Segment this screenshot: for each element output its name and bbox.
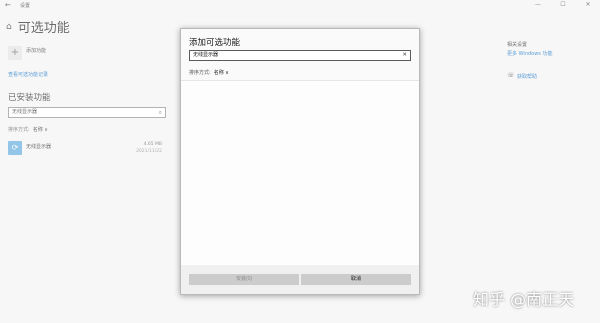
dialog-footer: 安装(0) 取消 bbox=[181, 265, 419, 294]
dialog-title: 添加可选功能 bbox=[189, 38, 241, 48]
dialog-sort-label: 排序方式: bbox=[189, 70, 211, 76]
dialog-results-list[interactable] bbox=[181, 81, 419, 265]
dialog-sort-value[interactable]: 名称 ∨ bbox=[214, 70, 229, 76]
cancel-button[interactable]: 取消 bbox=[301, 274, 411, 285]
dialog-sort-control[interactable]: 排序方式: 名称 ∨ bbox=[189, 69, 229, 76]
install-button[interactable]: 安装(0) bbox=[189, 274, 299, 285]
clear-icon[interactable]: ✕ bbox=[402, 51, 407, 60]
dialog-search-input[interactable]: 无线显示器 ✕ bbox=[189, 50, 411, 61]
watermark-text: 知乎 @南正天 bbox=[473, 290, 575, 309]
add-feature-dialog: 添加可选功能 无线显示器 ✕ 排序方式: 名称 ∨ 安装(0) 取消 bbox=[180, 28, 420, 295]
dialog-search-value: 无线显示器 bbox=[193, 52, 219, 58]
